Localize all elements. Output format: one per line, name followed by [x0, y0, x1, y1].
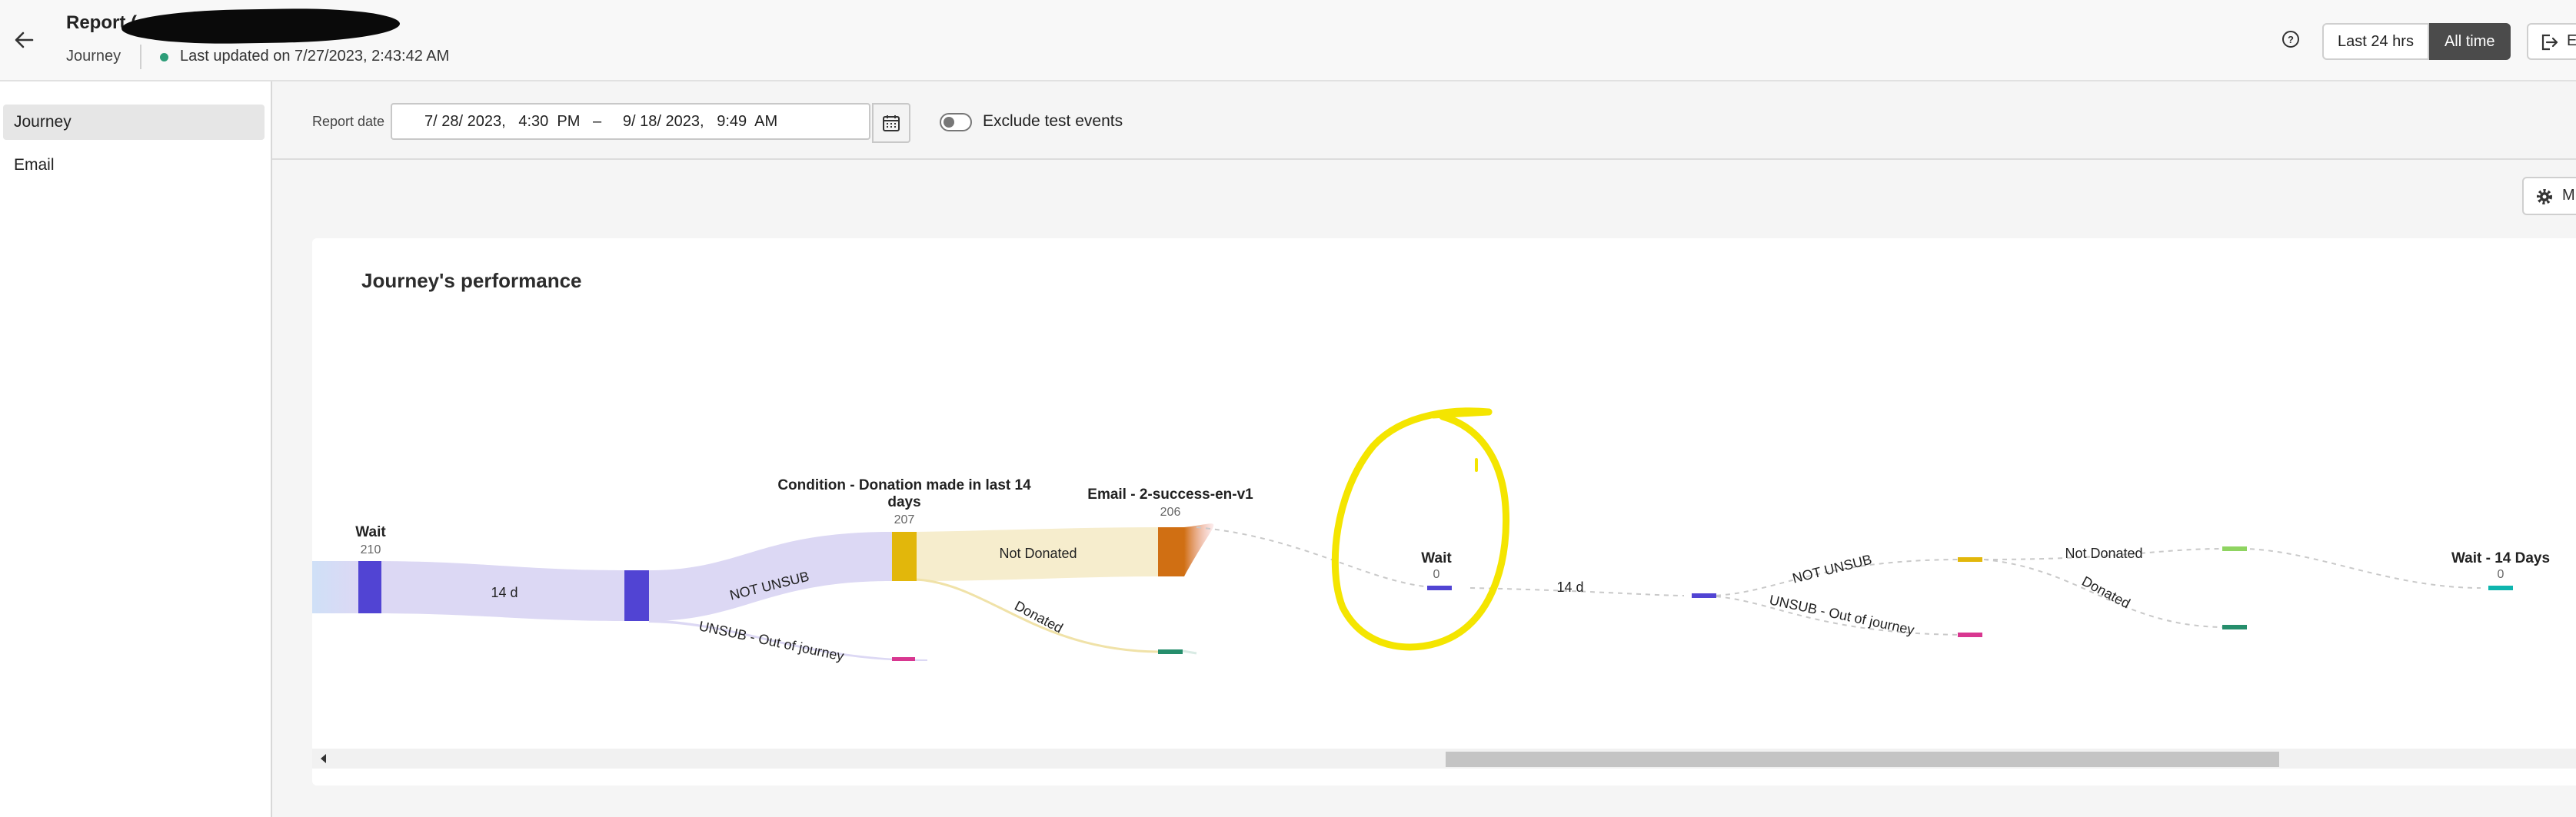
node-condition-2-bar[interactable]	[1958, 557, 1982, 562]
link-unsub-1-label: UNSUB - Out of journey	[697, 618, 845, 663]
export-icon	[2541, 34, 2558, 51]
node-wait-14-days-count: 0	[2498, 568, 2504, 581]
sidebar-item-email[interactable]: Email	[3, 148, 265, 183]
horizontal-scrollbar[interactable]	[312, 749, 2576, 769]
node-wait-1-label: Wait	[355, 524, 386, 540]
node-email-label: Email - 2-success-en-v1	[1087, 487, 1253, 503]
link-not-unsub-2-label: NOT UNSUB	[1791, 552, 1873, 586]
link-unsub-2-label: UNSUB - Out of journey	[1768, 592, 1915, 637]
node-wait-2-bar[interactable]	[1427, 586, 1452, 590]
back-button[interactable]	[9, 25, 40, 55]
app-header: Report ( Journey Last updated on 7/27/20…	[0, 0, 2576, 81]
gear-icon	[2537, 189, 2552, 204]
report-date-range-field[interactable]: 7/ 28/ 2023, 4:30 PM – 9/ 18/ 2023, 9:49…	[391, 103, 870, 140]
time-range-toggle: Last 24 hrs All time	[2322, 23, 2511, 60]
svg-text:?: ?	[2288, 34, 2294, 45]
scroll-left-icon[interactable]	[317, 752, 331, 766]
flow-entry	[312, 561, 358, 613]
link-not-donated-1-label: Not Donated	[999, 546, 1077, 561]
flow-email-out[interactable]	[1184, 523, 1214, 576]
node-donated-2-bar[interactable]	[2222, 625, 2247, 629]
report-toolbar: Report date 7/ 28/ 2023, 4:30 PM – 9/ 18…	[272, 81, 2576, 160]
link-donated-2-label: Donated	[2079, 573, 2132, 612]
node-wait-1b-bar[interactable]	[624, 570, 649, 621]
arrow-left-icon	[15, 32, 34, 48]
report-date-value: 7/ 28/ 2023, 4:30 PM – 9/ 18/ 2023, 9:49…	[424, 113, 778, 130]
node-condition-label-line1: Condition - Donation made in last 14	[777, 477, 1031, 493]
sidebar-item-journey[interactable]: Journey	[3, 105, 265, 140]
flow-not-unsub[interactable]	[649, 532, 892, 621]
range-last-24-hrs[interactable]: Last 24 hrs	[2322, 23, 2429, 60]
link-wait-2-label: 14 d	[1556, 580, 1583, 595]
report-date-label: Report date	[312, 114, 385, 129]
settings-label: M	[2562, 187, 2575, 204]
node-wait-14-days-bar[interactable]	[2488, 586, 2513, 590]
annotation-circle	[1331, 407, 1510, 651]
scrollbar-thumb[interactable]	[1446, 752, 2279, 767]
export-label: E	[2567, 32, 2576, 49]
performance-card: Journey's performance Wait 210 Condition…	[312, 238, 2576, 785]
sidebar: Journey Email	[0, 81, 272, 817]
help-button[interactable]: ?	[2281, 29, 2301, 49]
node-condition-bar[interactable]	[892, 532, 917, 581]
journey-flow-diagram: Wait 210 Condition - Donation made in la…	[312, 407, 2550, 664]
node-condition-label-line2: days	[887, 494, 920, 510]
link-not-donated-2-label: Not Donated	[2065, 546, 2142, 561]
node-email-count: 206	[1160, 506, 1181, 519]
help-icon: ?	[2282, 31, 2299, 48]
header-divider	[140, 45, 141, 69]
exclude-test-events-label: Exclude test events	[983, 112, 1123, 130]
calendar-icon	[883, 115, 900, 131]
node-donated-1-bar[interactable]	[1158, 649, 1183, 654]
node-condition-count: 207	[894, 513, 915, 526]
node-email-bar[interactable]	[1158, 527, 1184, 576]
node-wait-2-label: Wait	[1421, 550, 1452, 566]
last-updated-text: Last updated on 7/27/2023, 2:43:42 AM	[180, 48, 450, 65]
link-wait-1-label: 14 d	[491, 585, 518, 600]
node-wait-1-count: 210	[361, 543, 381, 556]
calendar-button[interactable]	[872, 103, 910, 143]
status-dot	[160, 53, 168, 61]
node-wait-1-bar[interactable]	[358, 561, 381, 613]
node-unsub-1-bar[interactable]	[892, 657, 915, 661]
node-unsub-2-bar[interactable]	[1958, 633, 1982, 637]
node-wait-3-bar[interactable]	[1692, 593, 1716, 598]
node-not-donated-2-bar[interactable]	[2222, 546, 2247, 551]
node-wait-14-days-label: Wait - 14 Days	[2451, 550, 2550, 566]
range-all-time[interactable]: All time	[2428, 23, 2511, 60]
flow-donated-tail	[1182, 649, 1197, 655]
settings-button[interactable]: M	[2522, 177, 2576, 215]
exclude-test-events-toggle[interactable]	[940, 113, 972, 131]
node-wait-2-count: 0	[1433, 568, 1440, 581]
redaction-mark	[121, 6, 401, 46]
page-subtitle: Journey	[66, 48, 121, 65]
export-button[interactable]: E	[2527, 23, 2576, 60]
